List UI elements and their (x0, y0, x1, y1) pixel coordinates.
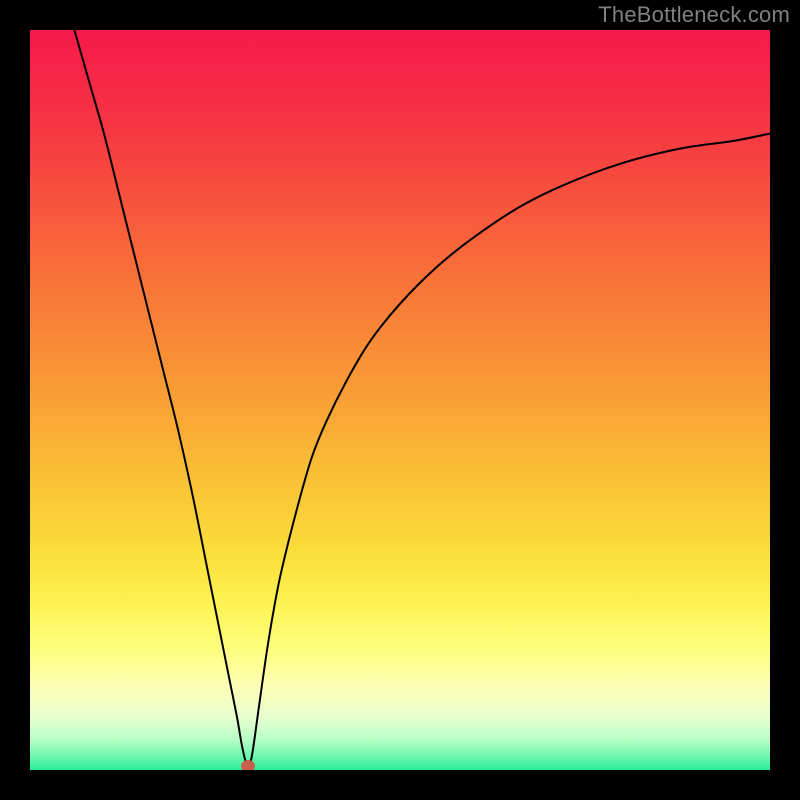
bottleneck-curve (30, 30, 770, 770)
minimum-marker (241, 760, 255, 770)
watermark-text: TheBottleneck.com (598, 2, 790, 28)
chart-root: TheBottleneck.com (0, 0, 800, 800)
plot-area (30, 30, 770, 770)
